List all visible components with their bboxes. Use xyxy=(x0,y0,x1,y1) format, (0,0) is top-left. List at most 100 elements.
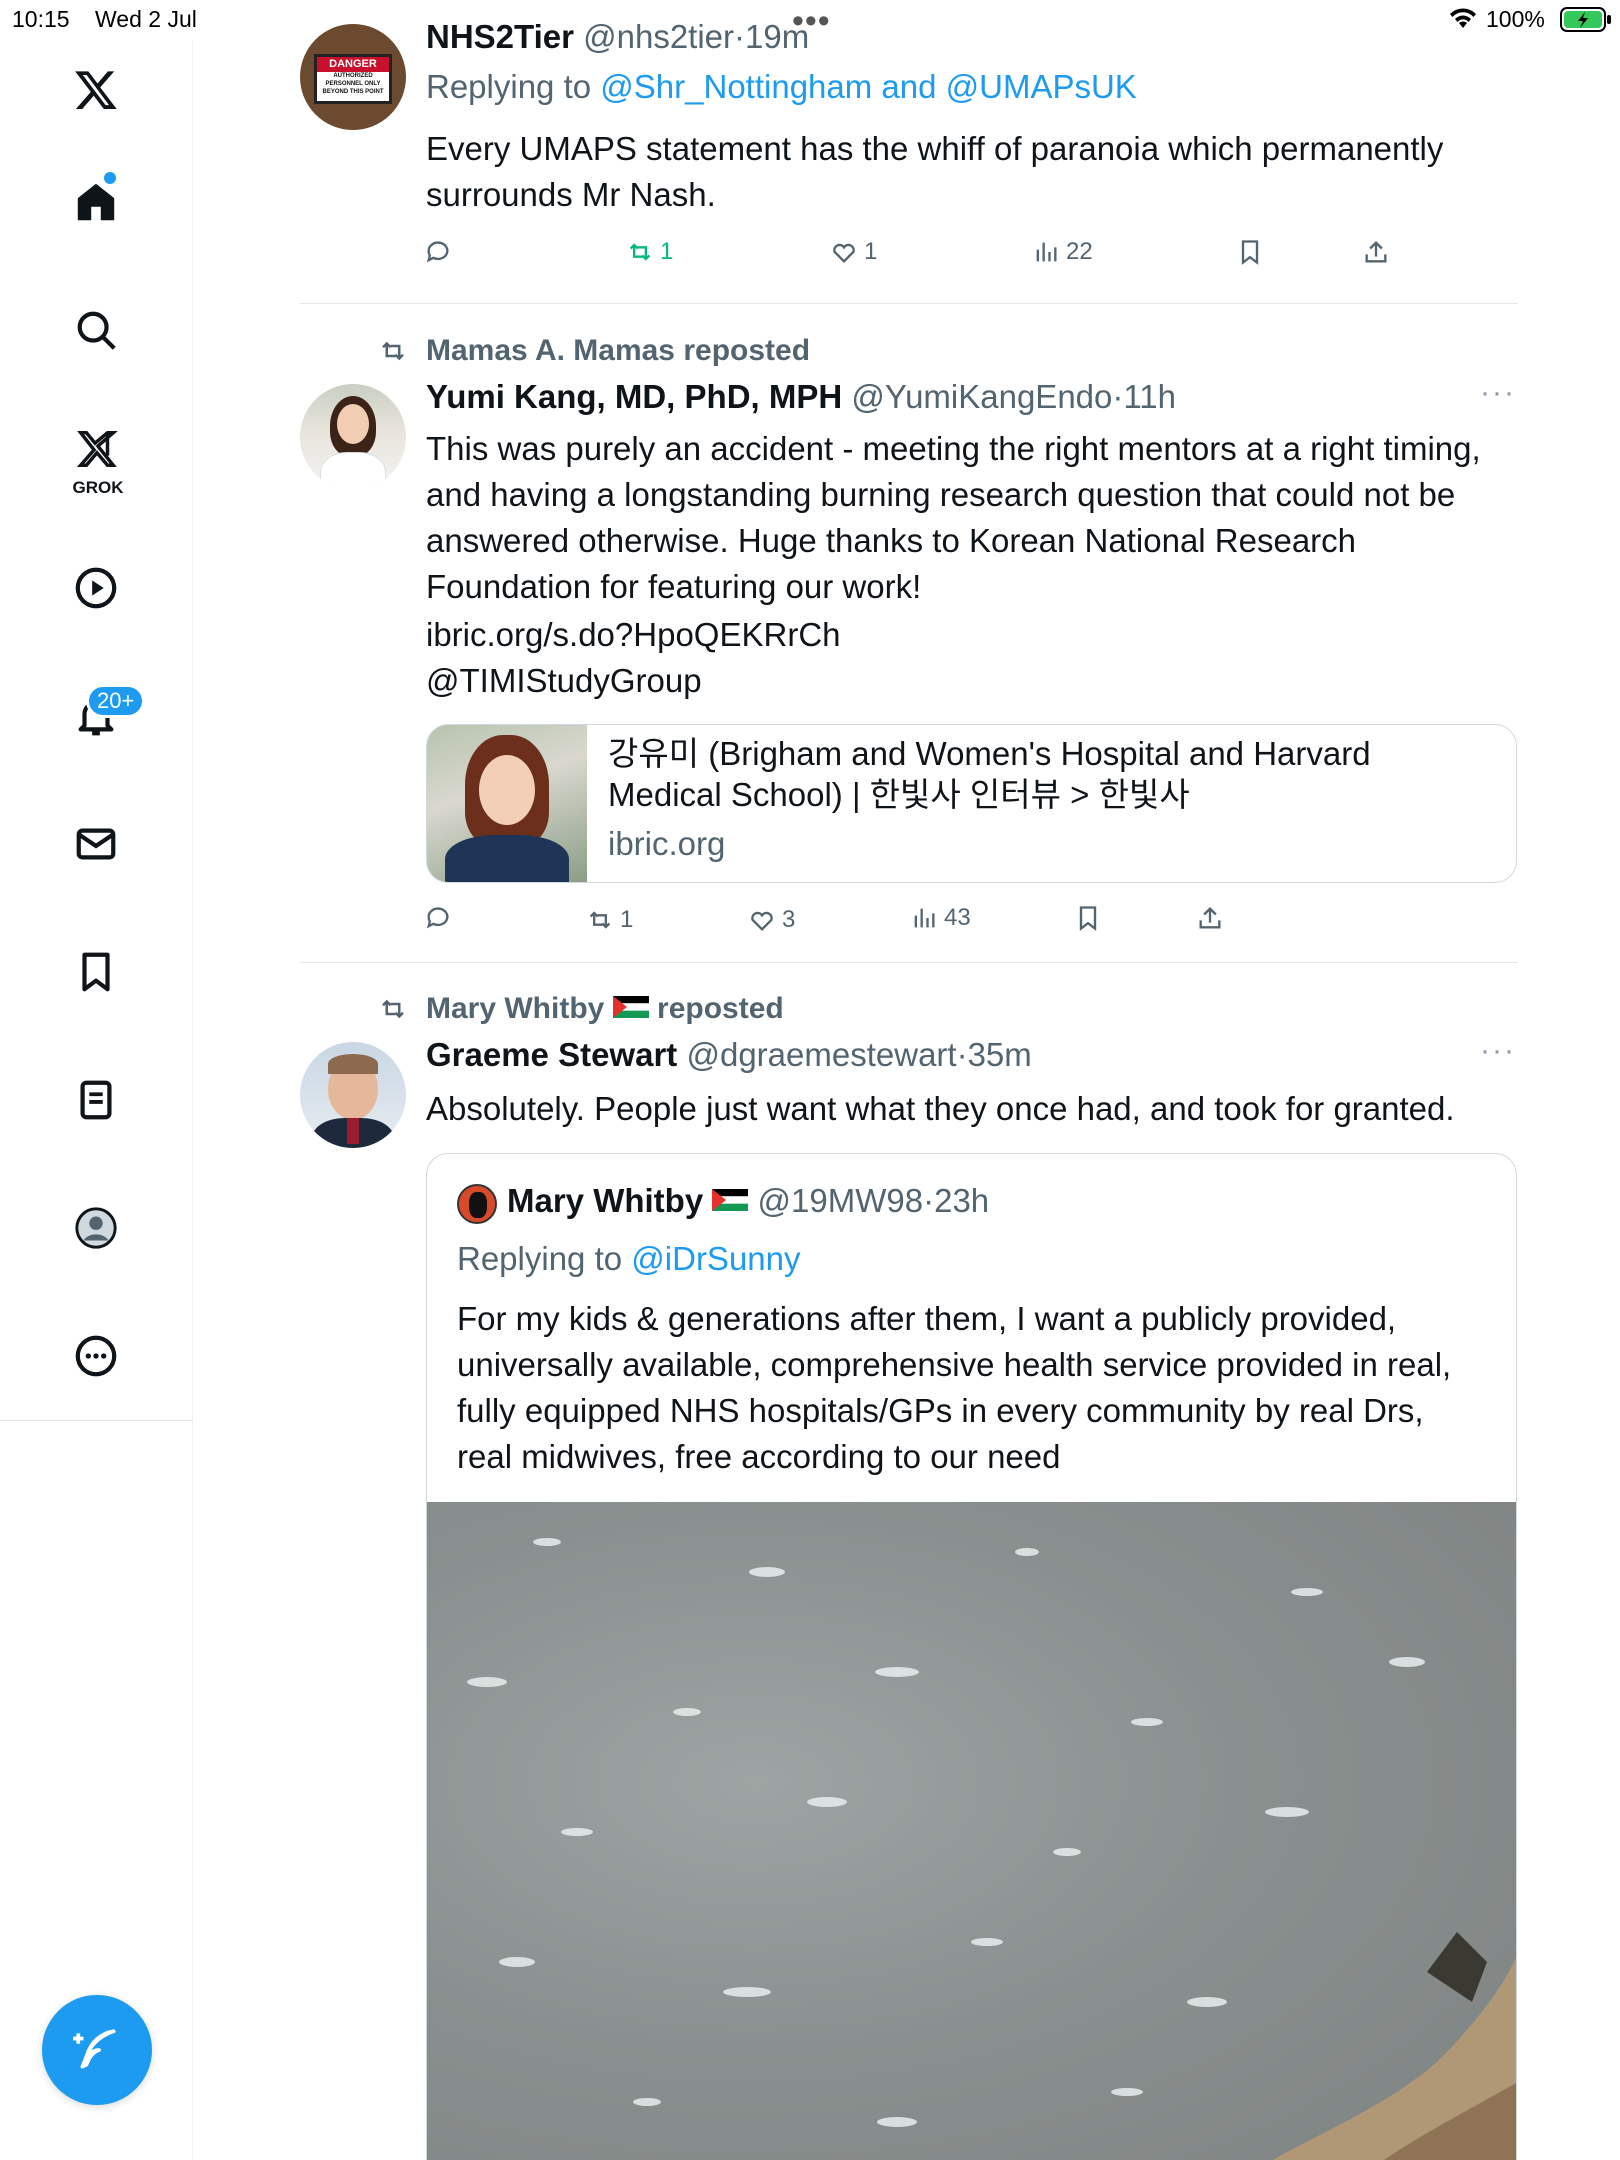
repost-button[interactable]: 1 xyxy=(626,238,673,266)
tweet-text: Every UMAPS statement has the whiff of p… xyxy=(426,130,1444,213)
share-button[interactable] xyxy=(1362,238,1390,266)
repost-icon xyxy=(629,243,651,261)
share-button[interactable] xyxy=(1196,904,1224,932)
tweet-text: This was purely an accident - meeting th… xyxy=(426,430,1481,605)
compose-post-button[interactable] xyxy=(42,1995,152,2105)
profile-avatar-icon[interactable] xyxy=(66,1198,126,1258)
link-preview-card[interactable]: 강유미 (Brigham and Women's Hospital and Ha… xyxy=(426,724,1517,883)
tweet-divider xyxy=(300,962,1518,963)
more-options-icon[interactable] xyxy=(66,1326,126,1386)
tweet-link-url[interactable]: ibric.org/s.do?HpoQEKRrCh xyxy=(426,612,841,658)
views-button[interactable]: 43 xyxy=(910,904,971,932)
search-icon[interactable] xyxy=(66,300,126,360)
water-ripples-image xyxy=(467,1538,1516,2160)
quoted-avatar[interactable] xyxy=(457,1184,497,1224)
palestine-flag-icon xyxy=(612,996,649,1019)
reply-icon xyxy=(426,907,449,929)
heart-icon xyxy=(751,911,773,931)
battery-percent: 100% xyxy=(1486,6,1545,32)
danger-sign-text: AUTHORIZED PERSONNEL ONLY BEYOND THIS PO… xyxy=(322,73,384,95)
reply-icon xyxy=(426,241,449,263)
grok-icon[interactable] xyxy=(66,418,126,478)
quoted-replying-to[interactable]: @iDrSunny xyxy=(631,1240,800,1277)
link-card-image xyxy=(427,725,587,882)
bookmark-button[interactable] xyxy=(1074,904,1102,932)
share-icon xyxy=(1365,241,1387,263)
status-bar: 10:15 Wed 2 Jul ••• 100% xyxy=(0,0,1620,40)
author-name[interactable]: Yumi Kang, MD, PhD, MPH xyxy=(426,378,842,415)
tweet-header: NHS2Tier @nhs2tier·19m xyxy=(426,18,810,55)
views-count: 43 xyxy=(944,904,971,931)
avatar-nhs2tier[interactable]: DANGER AUTHORIZED PERSONNEL ONLY BEYOND … xyxy=(300,24,406,130)
tweet-text: Absolutely. People just want what they o… xyxy=(426,1090,1455,1127)
author-handle[interactable]: @nhs2tier xyxy=(583,18,734,55)
replying-to-handles[interactable]: @Shr_Nottingham and @UMAPsUK xyxy=(600,68,1137,105)
quoted-header: Mary Whitby @19MW98·23h xyxy=(507,1182,990,1219)
like-count: 3 xyxy=(782,906,796,933)
reposted-by-label[interactable]: Mamas A. Mamas reposted xyxy=(426,334,810,368)
author-handle[interactable]: @YumiKangEndo xyxy=(851,378,1112,415)
heart-icon xyxy=(833,243,855,263)
repost-button[interactable]: 1 xyxy=(586,906,633,934)
video-play-icon[interactable] xyxy=(66,558,126,618)
reposted-by-name: Mary Whitby xyxy=(426,992,605,1025)
x-logo-icon[interactable] xyxy=(66,60,126,120)
replying-to-line: Replying to @Shr_Nottingham and @UMAPsUK xyxy=(426,68,1137,106)
quoted-replying-line: Replying to @iDrSunny xyxy=(457,1240,801,1278)
avatar-yumi-kang[interactable] xyxy=(300,384,406,490)
battery-icon xyxy=(1560,7,1612,39)
compose-feather-icon xyxy=(73,2029,116,2069)
bookmark-icon xyxy=(1241,240,1259,265)
tweet-time[interactable]: 35m xyxy=(968,1036,1032,1073)
tweet-more-button[interactable]: ··· xyxy=(1480,1034,1516,1068)
repost-indicator-icon xyxy=(376,994,410,1029)
like-button[interactable]: 3 xyxy=(748,906,795,934)
tweet-time[interactable]: 19m xyxy=(745,18,809,55)
notifications-badge: 20+ xyxy=(86,684,146,718)
quoted-video-media[interactable] xyxy=(427,1502,1516,2160)
author-name[interactable]: NHS2Tier xyxy=(426,18,574,55)
lists-icon[interactable] xyxy=(66,1070,126,1130)
replying-prefix: Replying to xyxy=(426,68,592,105)
author-handle[interactable]: @dgraemestewart xyxy=(686,1036,956,1073)
author-name[interactable]: Graeme Stewart xyxy=(426,1036,677,1073)
tweet-header: Graeme Stewart @dgraemestewart·35m xyxy=(426,1036,1032,1073)
repost-indicator-icon xyxy=(376,336,410,371)
bookmarks-icon[interactable] xyxy=(66,942,126,1002)
repost-count: 1 xyxy=(620,906,634,933)
share-icon xyxy=(1199,907,1221,929)
quoted-time: 23h xyxy=(934,1182,990,1219)
views-button[interactable]: 22 xyxy=(1032,238,1093,266)
status-time: 10:15 xyxy=(12,6,70,32)
repost-count: 1 xyxy=(660,238,674,265)
sidebar-separator xyxy=(0,1420,193,1421)
quoted-tweet-card[interactable]: Mary Whitby @19MW98·23h Replying to @iDr… xyxy=(426,1153,1517,2160)
reposted-suffix: reposted xyxy=(657,992,784,1025)
bookmark-button[interactable] xyxy=(1236,238,1264,266)
reply-button[interactable] xyxy=(424,238,452,266)
tweet-header: Yumi Kang, MD, PhD, MPH @YumiKangEndo·11… xyxy=(426,378,1177,415)
messages-envelope-icon[interactable] xyxy=(66,814,126,874)
like-count: 1 xyxy=(864,238,878,265)
quoted-author-handle: @19MW98 xyxy=(757,1182,924,1219)
views-icon xyxy=(1036,242,1057,262)
danger-sign-title: DANGER xyxy=(317,57,389,72)
home-icon[interactable] xyxy=(66,172,126,232)
tweet-more-button[interactable]: ··· xyxy=(1480,376,1516,410)
wifi-icon xyxy=(1448,6,1478,36)
avatar-graeme-stewart[interactable] xyxy=(300,1042,406,1148)
repost-icon xyxy=(589,911,611,929)
like-button[interactable]: 1 xyxy=(830,238,877,266)
palestine-flag-icon xyxy=(712,1189,749,1212)
tweet-mention-link[interactable]: @TIMIStudyGroup xyxy=(426,658,702,704)
danger-sign-image: DANGER AUTHORIZED PERSONNEL ONLY BEYOND … xyxy=(314,54,392,104)
link-card-domain: ibric.org xyxy=(608,825,726,862)
home-unread-dot xyxy=(104,172,116,184)
views-icon xyxy=(914,908,935,928)
tweet-time[interactable]: 11h xyxy=(1123,378,1176,415)
quoted-author-name: Mary Whitby xyxy=(507,1182,704,1219)
grok-label: GROK xyxy=(72,478,124,497)
reply-button[interactable] xyxy=(424,904,452,932)
reposted-by-label[interactable]: Mary Whitby reposted xyxy=(426,992,784,1026)
views-count: 22 xyxy=(1066,238,1093,265)
